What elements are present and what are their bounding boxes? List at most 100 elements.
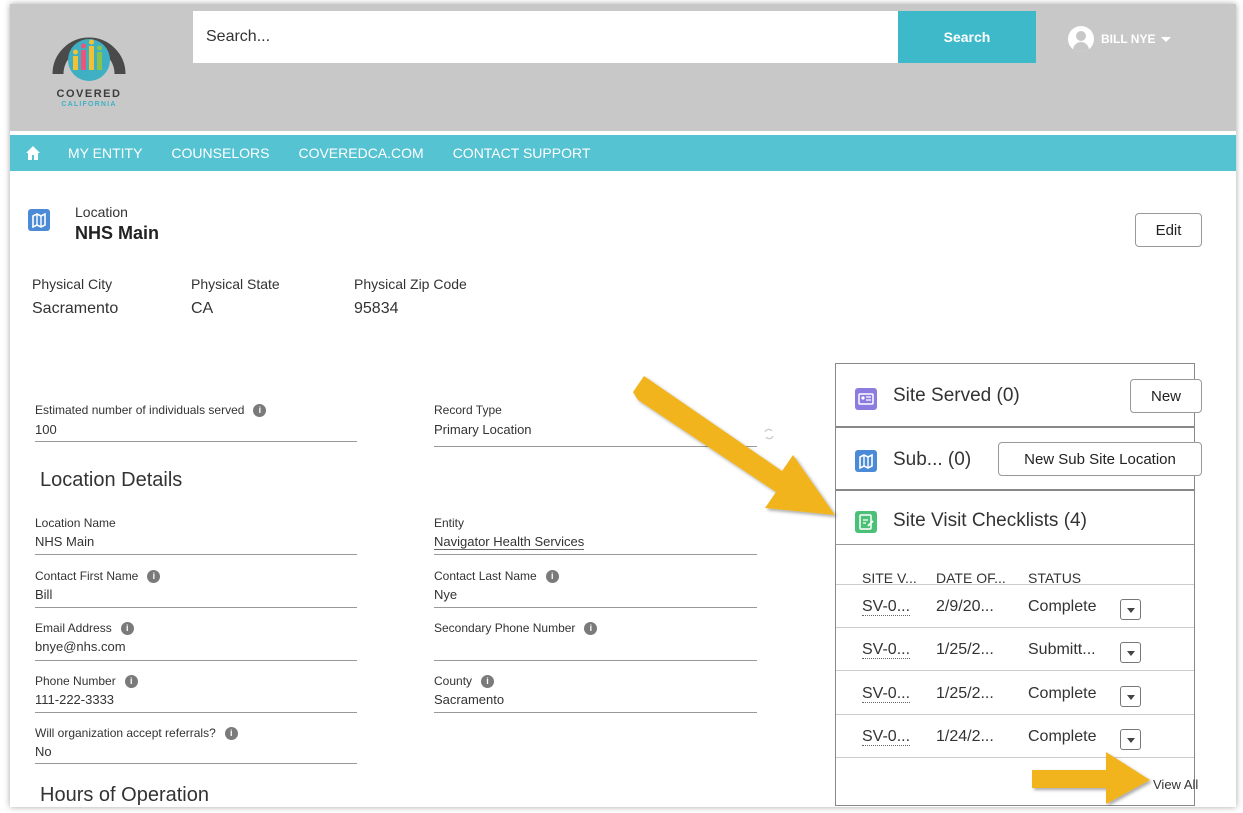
info-icon[interactable]: i	[253, 404, 267, 417]
view-all-link[interactable]: View All	[1153, 777, 1198, 792]
entity-label: Entity	[434, 516, 465, 530]
header-divider	[836, 544, 1194, 545]
contact-last-name-label: Contact Last Name i	[434, 569, 559, 583]
location-name-value: NHS Main	[35, 534, 95, 549]
section-hours-of-operation: Hours of Operation	[40, 784, 209, 806]
row-actions-dropdown[interactable]	[1120, 599, 1141, 620]
field-divider	[35, 607, 357, 608]
row-id[interactable]: SV-0...	[862, 598, 911, 616]
row-divider	[836, 627, 1194, 628]
row-actions-dropdown[interactable]	[1120, 729, 1141, 750]
annotation-arrow-icon	[1032, 752, 1150, 804]
nav-coveredca[interactable]: COVEREDCA.COM	[298, 145, 423, 161]
physical-zip-label: Physical Zip Code	[354, 276, 467, 292]
email-address-label: Email Address i	[35, 621, 134, 635]
nav-counselors[interactable]: COUNSELORS	[171, 145, 269, 161]
site-header: COVERED CALIFORNIA Search BILL NYE	[10, 4, 1236, 131]
info-icon[interactable]: i	[545, 570, 559, 583]
info-icon[interactable]: i	[120, 622, 134, 635]
site-visit-checklists-title[interactable]: Site Visit Checklists (4)	[893, 510, 1087, 532]
row-actions-dropdown[interactable]	[1120, 686, 1141, 707]
county-value: Sacramento	[434, 692, 505, 707]
edit-button[interactable]: Edit	[1135, 213, 1202, 247]
covered-california-logo[interactable]: COVERED CALIFORNIA	[44, 14, 134, 124]
field-divider	[35, 712, 357, 713]
location-name-label: Location Name	[35, 516, 116, 530]
row-date: 2/9/20...	[936, 598, 994, 615]
estimated-individuals-label: Estimated number of individuals served i	[35, 403, 267, 417]
row-status: Complete	[1028, 598, 1097, 615]
main-nav: MY ENTITY COUNSELORS COVEREDCA.COM CONTA…	[10, 135, 1236, 171]
sub-site-title[interactable]: Sub... (0)	[893, 449, 971, 471]
phone-number-label: Phone Number i	[35, 674, 138, 688]
user-name: BILL NYE	[1101, 32, 1156, 46]
row-id[interactable]: SV-0...	[862, 641, 911, 659]
email-address-value: bnye@nhs.com	[35, 639, 126, 654]
location-icon	[28, 209, 50, 231]
field-divider	[434, 660, 757, 661]
county-label: County i	[434, 674, 495, 688]
info-icon[interactable]: i	[124, 675, 138, 688]
field-divider	[35, 660, 357, 661]
site-served-title[interactable]: Site Served (0)	[893, 385, 1020, 407]
contact-card-icon	[855, 388, 877, 410]
user-menu[interactable]: BILL NYE	[1068, 25, 1172, 53]
row-divider	[836, 670, 1194, 671]
sub-site-card: Sub... (0) New Sub Site Location	[835, 427, 1202, 490]
row-status: Submitt...	[1028, 641, 1096, 658]
physical-city-label: Physical City	[32, 276, 113, 292]
row-date: 1/25/2...	[936, 641, 994, 658]
row-date: 1/24/2...	[936, 728, 994, 745]
section-location-details: Location Details	[40, 469, 183, 491]
physical-state-label: Physical State	[191, 276, 280, 292]
new-site-served-button[interactable]: New	[1130, 379, 1202, 413]
caret-down-icon	[1161, 36, 1172, 42]
physical-state-value: CA	[191, 300, 214, 317]
new-sub-site-location-button[interactable]: New Sub Site Location	[998, 442, 1202, 476]
row-status: Complete	[1028, 685, 1097, 702]
entity-link[interactable]: Navigator Health Services	[434, 534, 585, 550]
entity-value[interactable]: Navigator Health Services	[434, 534, 585, 550]
secondary-phone-label: Secondary Phone Number i	[434, 621, 598, 635]
row-actions-dropdown[interactable]	[1120, 642, 1141, 663]
contact-first-name-label: Contact First Name i	[35, 569, 161, 583]
nav-contact-support[interactable]: CONTACT SUPPORT	[453, 145, 591, 161]
estimated-individuals-value: 100	[35, 422, 57, 437]
search-button[interactable]: Search	[898, 11, 1036, 63]
avatar-icon	[1068, 26, 1094, 52]
info-icon[interactable]: i	[481, 675, 495, 688]
field-divider	[35, 554, 357, 555]
phone-number-value: 111-222-3333	[35, 692, 115, 707]
field-divider	[35, 441, 357, 442]
logo-text-line2: CALIFORNIA	[61, 101, 117, 108]
logo-mark-icon	[52, 37, 126, 81]
app-frame: COVERED CALIFORNIA Search BILL NYE MY EN…	[10, 4, 1236, 807]
info-icon[interactable]: i	[584, 622, 598, 635]
field-divider	[434, 712, 757, 713]
field-divider	[434, 554, 757, 555]
contact-first-name-value: Bill	[35, 587, 53, 602]
row-id[interactable]: SV-0...	[862, 685, 911, 703]
referrals-value: No	[35, 744, 52, 759]
record-title: NHS Main	[75, 223, 160, 243]
location-icon	[855, 450, 877, 472]
referrals-label: Will organization accept referrals? i	[35, 726, 238, 740]
site-served-card: Site Served (0) New	[835, 363, 1202, 427]
home-icon[interactable]	[25, 145, 41, 161]
info-icon[interactable]: i	[147, 570, 161, 583]
field-divider	[35, 763, 357, 764]
search-input[interactable]	[193, 11, 898, 63]
row-divider	[836, 714, 1194, 715]
row-status: Complete	[1028, 728, 1097, 745]
annotation-arrow-icon	[633, 376, 835, 515]
row-divider	[836, 584, 1194, 585]
row-id[interactable]: SV-0...	[862, 728, 911, 746]
info-icon[interactable]: i	[224, 727, 238, 740]
nav-my-entity[interactable]: MY ENTITY	[68, 145, 142, 161]
record-type-field-value: Primary Location	[434, 422, 532, 437]
record-type-field-label: Record Type	[434, 403, 502, 417]
field-divider	[434, 607, 757, 608]
checklist-icon	[855, 511, 877, 533]
contact-last-name-value: Nye	[434, 587, 458, 602]
record-type-label: Location	[75, 204, 128, 220]
